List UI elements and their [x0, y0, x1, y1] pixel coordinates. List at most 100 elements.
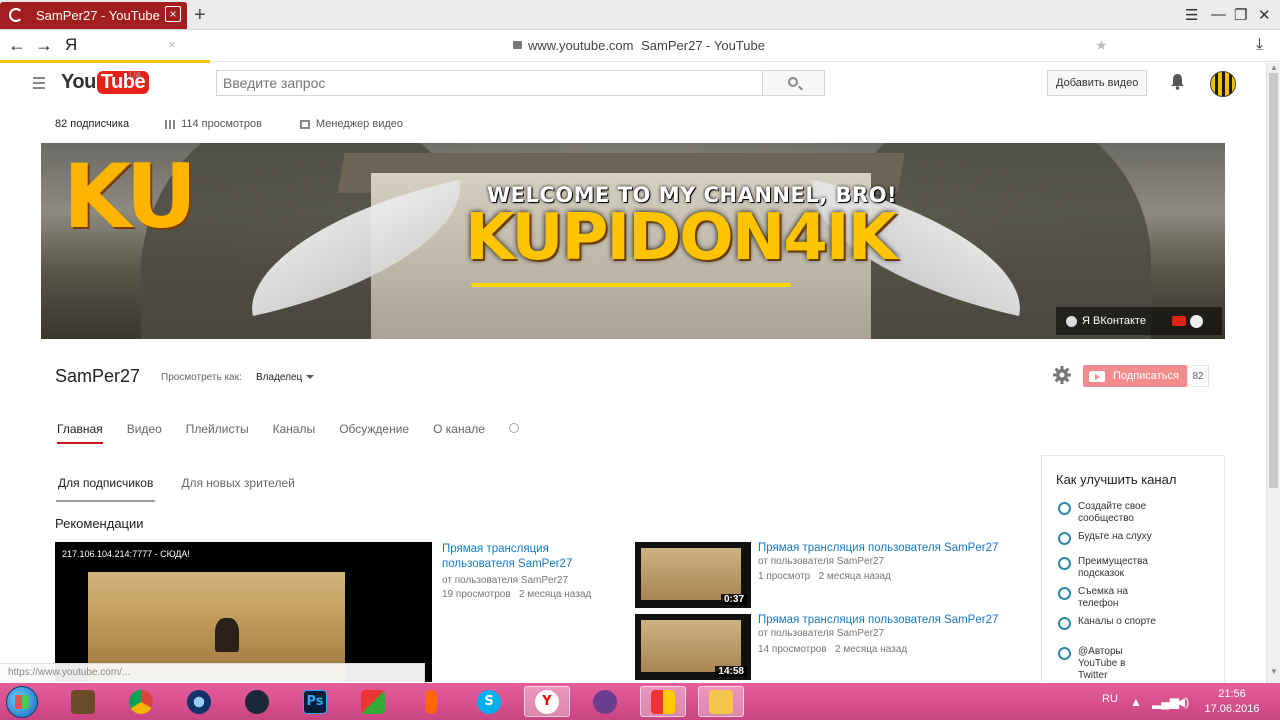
address-bar: ← → Я × www.youtube.com SamPer27 - YouTu…: [0, 30, 1280, 62]
tab-discussion[interactable]: Обсуждение: [339, 422, 409, 444]
video-title[interactable]: Прямая трансляция пользователя SamPer27: [758, 541, 998, 556]
taskbar-app-game[interactable]: [60, 686, 106, 717]
back-arrow-icon[interactable]: ←: [8, 35, 26, 56]
improve-item[interactable]: Будьте на слуху: [1058, 531, 1168, 545]
subscriber-count-link[interactable]: 82 подписчика: [55, 118, 129, 130]
forward-arrow-icon[interactable]: →: [35, 35, 53, 56]
scroll-up-icon[interactable]: ▲: [1270, 63, 1278, 72]
search-input[interactable]: [216, 70, 763, 96]
menu-icon[interactable]: ☰: [1185, 6, 1198, 24]
loading-spinner-icon: [9, 8, 23, 22]
game-app-icon: [71, 689, 95, 714]
notifications-bell-icon[interactable]: [1170, 73, 1185, 90]
lock-icon: [513, 41, 522, 49]
taskbar-app-explorer[interactable]: [698, 686, 744, 717]
improve-item[interactable]: Создайте свое сообщество: [1058, 501, 1168, 525]
photoshop-icon: Ps: [303, 689, 327, 714]
video-manager-link[interactable]: Менеджер видео: [299, 118, 403, 130]
improve-item[interactable]: @Авторы YouTube в Twitter: [1058, 646, 1138, 682]
taskbar-app-steam[interactable]: [234, 686, 280, 717]
tab-home[interactable]: Главная: [57, 422, 103, 444]
browser-tab-youtube[interactable]: SamPer27 - YouTube ×: [0, 2, 187, 29]
channel-stats-bar: 82 подписчика 114 просмотров Менеджер ви…: [55, 118, 403, 130]
network-icon[interactable]: ▂▄▆: [1152, 695, 1179, 709]
vk-icon: [1066, 315, 1077, 327]
search-button[interactable]: [763, 70, 825, 96]
browser-tab-title: SamPer27 - YouTube: [36, 8, 160, 23]
guide-menu-icon[interactable]: [33, 77, 45, 92]
taskbar-app-media[interactable]: [582, 686, 628, 717]
yandex-logo[interactable]: Я: [65, 35, 77, 55]
yandex-browser-icon: Y: [535, 689, 559, 714]
skype-icon: S: [477, 689, 501, 714]
volume-icon[interactable]: ◀): [1176, 695, 1189, 709]
search-icon: [788, 77, 798, 87]
folder-icon: [709, 689, 733, 714]
restore-icon[interactable]: ❐: [1234, 6, 1247, 24]
scrollbar-thumb[interactable]: [1269, 73, 1278, 488]
start-button[interactable]: [6, 686, 38, 718]
taskbar-app-mic[interactable]: [408, 686, 454, 717]
audience-subtabs: Для подписчиков Для новых зрителей: [55, 476, 323, 502]
taskbar-app-tool[interactable]: [350, 686, 396, 717]
download-icon[interactable]: ⤓: [1256, 36, 1263, 54]
input-language[interactable]: RU: [1102, 693, 1118, 705]
steam-link-icon[interactable]: [1189, 314, 1203, 328]
scroll-down-icon[interactable]: ▼: [1270, 667, 1278, 676]
new-tab-button[interactable]: +: [194, 4, 206, 27]
featured-video-author: от пользователя SamPer27: [442, 575, 569, 586]
video-author: от пользователя SamPer27: [758, 628, 885, 639]
tab-about[interactable]: О канале: [433, 422, 485, 444]
windows-taskbar: Ps S Y RU ▲ ▂▄▆ ◀) 21:56 17.06.2016: [0, 683, 1280, 720]
improve-item[interactable]: Каналы о спорте: [1058, 616, 1168, 630]
upload-video-button[interactable]: Добавить видео: [1047, 70, 1148, 96]
taskbar-app-skype[interactable]: S: [466, 686, 512, 717]
video-title[interactable]: Прямая трансляция пользователя SamPer27: [758, 613, 998, 628]
page-scrollbar[interactable]: ▲ ▼: [1266, 63, 1280, 683]
tab-videos[interactable]: Видео: [127, 422, 162, 444]
taskbar-app-window[interactable]: [640, 686, 686, 717]
video-meta: 1 просмотр 2 месяца назад: [758, 571, 891, 582]
channel-banner: KU WELCOME TO MY CHANNEL, BRO! KUPIDON4I…: [41, 143, 1225, 339]
channel-settings-gear-icon[interactable]: [1052, 365, 1072, 385]
video-author: от пользователя SamPer27: [758, 556, 885, 567]
subscriber-count-badge: 82: [1187, 365, 1209, 387]
tab-channels[interactable]: Каналы: [273, 422, 316, 444]
window-app-icon: [651, 689, 675, 714]
banner-logo-text: KU: [63, 145, 197, 248]
circle-icon: [1058, 557, 1071, 570]
url-field[interactable]: www.youtube.com SamPer27 - YouTube: [513, 38, 765, 53]
channel-search-icon[interactable]: [508, 423, 519, 433]
taskbar-app-yandex[interactable]: Y: [524, 686, 570, 717]
featured-video-thumbnail[interactable]: 217.106.104.214:7777 - СЮДА!: [55, 542, 432, 682]
subscribe-button[interactable]: Подписаться: [1083, 365, 1187, 387]
improve-item[interactable]: Съемка на телефон: [1058, 586, 1168, 610]
youtube-link-icon[interactable]: [1171, 316, 1186, 326]
tray-arrow-icon[interactable]: ▲: [1130, 695, 1142, 709]
featured-video-title[interactable]: Прямая трансляция пользователя SamPer27: [442, 542, 622, 572]
close-tab-button[interactable]: ×: [165, 6, 181, 22]
account-avatar[interactable]: [1210, 71, 1236, 97]
view-as-label: Просмотреть как:: [161, 372, 242, 383]
banner-channel-name: KUPIDON4IK: [465, 201, 897, 275]
video-thumbnail[interactable]: 0:37: [635, 542, 751, 608]
taskbar-app-chrome[interactable]: [118, 686, 164, 717]
close-window-icon[interactable]: ✕: [1258, 6, 1271, 24]
taskbar-app-photoshop[interactable]: Ps: [292, 686, 338, 717]
clear-address-icon[interactable]: ×: [168, 37, 176, 52]
views-count-link[interactable]: 114 просмотров: [165, 118, 262, 130]
taskbar-app-camera[interactable]: [176, 686, 222, 717]
video-thumbnail[interactable]: 14:58: [635, 614, 751, 680]
banner-social-links: Я ВКонтакте: [1056, 307, 1222, 335]
channel-title[interactable]: SamPer27: [55, 366, 140, 387]
system-clock[interactable]: 21:56 17.06.2016: [1200, 687, 1264, 717]
vk-link[interactable]: Я ВКонтакте: [1082, 315, 1146, 327]
minimize-icon[interactable]: —: [1211, 6, 1226, 23]
tab-playlists[interactable]: Плейлисты: [186, 422, 249, 444]
bookmark-star-icon[interactable]: ★: [1095, 37, 1108, 54]
improve-item[interactable]: Преимущества подсказок: [1058, 556, 1168, 580]
view-as-dropdown[interactable]: Владелец: [256, 372, 315, 383]
subtab-new-viewers[interactable]: Для новых зрителей: [181, 476, 295, 498]
tool-icon: [361, 689, 385, 714]
subtab-subscribers[interactable]: Для подписчиков: [55, 476, 156, 502]
